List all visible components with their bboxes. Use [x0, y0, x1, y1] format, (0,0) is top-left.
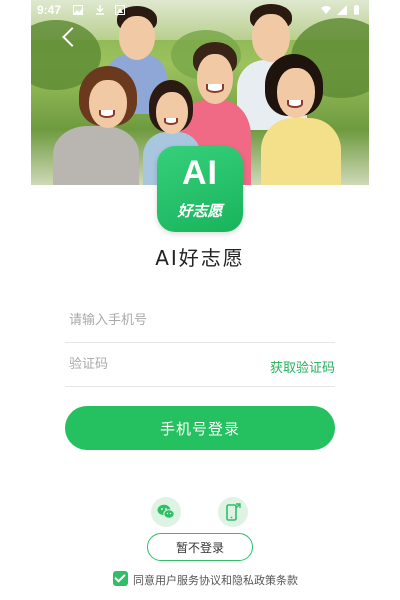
wechat-login-button[interactable] — [151, 497, 181, 527]
battery-icon — [354, 5, 359, 15]
phone-login-icon — [226, 503, 241, 521]
verification-code-input[interactable] — [69, 353, 249, 375]
phone-quick-login-button[interactable] — [218, 497, 248, 527]
agreement-prefix: 同意 — [133, 574, 155, 587]
signal-icon — [337, 5, 347, 15]
status-bar: 9:47 — [31, 0, 369, 22]
app-name-title: AI好志愿 — [155, 246, 245, 270]
agreement-and: 和 — [221, 574, 232, 587]
logo-subtitle: 好志愿 — [177, 202, 223, 220]
get-code-button[interactable]: 获取验证码 — [270, 357, 335, 376]
user-service-agreement-link[interactable]: 用户服务协议 — [155, 574, 221, 587]
image-notification-icon — [115, 5, 125, 15]
agreement-checkbox[interactable] — [113, 571, 128, 586]
wifi-icon — [321, 6, 331, 14]
verification-code-field: 获取验证码 — [65, 343, 335, 387]
skip-login-button[interactable]: 暂不登录 — [147, 533, 253, 561]
app-logo: AI 好志愿 — [157, 146, 243, 232]
status-time: 9:47 — [37, 3, 62, 17]
phone-input[interactable] — [69, 309, 249, 331]
logo-mark: AI — [182, 154, 218, 192]
phone-login-button[interactable]: 手机号登录 — [65, 406, 335, 450]
privacy-policy-link[interactable]: 隐私政策条款 — [232, 574, 298, 587]
phone-field — [65, 299, 335, 343]
gallery-notification-icon — [73, 5, 83, 15]
wechat-icon — [157, 504, 175, 519]
download-notification-icon — [96, 5, 104, 15]
agreement-text: 同意用户服务协议和隐私政策条款 — [133, 572, 298, 588]
login-screen: 9:47 AI 好志愿 AI好志愿 获取验证码 手机号登录 — [31, 0, 369, 600]
